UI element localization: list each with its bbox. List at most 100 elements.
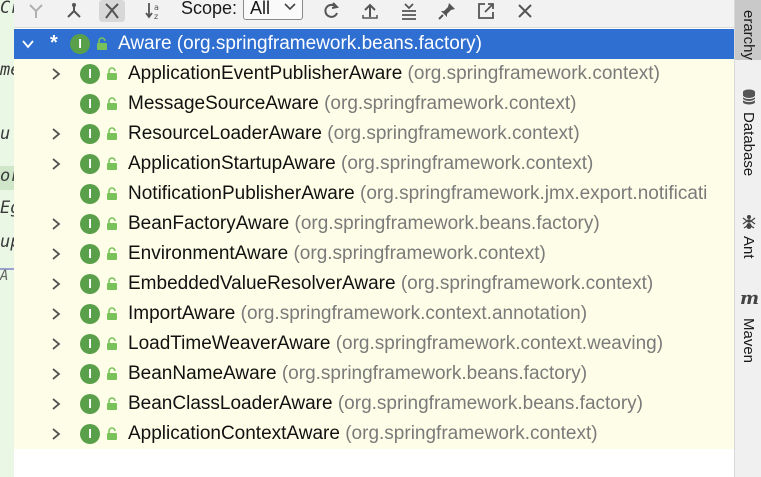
public-access-icon xyxy=(106,247,118,261)
package-name: (org.springframework.context.weaving) xyxy=(335,333,664,354)
tree-item-label: EmbeddedValueResolverAware (org.springfr… xyxy=(128,273,653,295)
close-icon xyxy=(518,4,532,18)
supertypes-icon xyxy=(29,4,43,18)
tree-expand-toggle[interactable] xyxy=(50,218,62,230)
tab-maven[interactable]: Maven xyxy=(735,318,761,378)
public-access-icon xyxy=(106,367,118,381)
public-access-icon xyxy=(106,67,118,81)
type-name: ResourceLoaderAware xyxy=(128,123,322,144)
tab-ant[interactable]: Ant xyxy=(735,236,761,272)
public-access-icon xyxy=(106,217,118,231)
tree-row[interactable]: I BeanNameAware (org.springframework.bean… xyxy=(14,359,734,389)
refresh-button[interactable] xyxy=(318,0,344,22)
tree-expand-toggle[interactable] xyxy=(50,428,62,440)
tree-expand-toggle[interactable] xyxy=(50,248,62,260)
chevron-down-icon xyxy=(284,3,296,11)
package-name: (org.springframework.beans.factory) xyxy=(281,363,588,384)
tree-row[interactable]: I ApplicationStartupAware (org.springfram… xyxy=(14,149,734,179)
type-name: ApplicationContextAware xyxy=(128,423,340,444)
tree-row[interactable]: I BeanClassLoaderAware (org.springframewo… xyxy=(14,389,734,419)
scope-selected-value: All xyxy=(250,0,271,18)
tree-row[interactable]: I EnvironmentAware (org.springframework.c… xyxy=(14,239,734,269)
chevron-right-icon xyxy=(52,428,61,440)
interface-icon: I xyxy=(80,184,100,204)
collapse-all-button[interactable] xyxy=(396,0,422,22)
tree-row[interactable]: I MessageSourceAware (org.springframework… xyxy=(14,89,734,119)
package-name: (org.springframework.context) xyxy=(327,123,580,144)
tree-item-label: ApplicationContextAware (org.springframe… xyxy=(128,423,598,445)
tab-hierarchy[interactable]: erarchy xyxy=(735,0,761,60)
public-access-icon xyxy=(106,397,118,411)
type-name: LoadTimeWeaverAware xyxy=(128,333,331,354)
tree-expand-toggle[interactable] xyxy=(50,368,62,380)
interface-icon: I xyxy=(80,424,100,444)
chevron-right-icon xyxy=(52,338,61,350)
package-name: (org.springframework.context) xyxy=(293,243,546,264)
editor-text-fragment: or xyxy=(0,166,14,186)
tab-hierarchy-label: erarchy xyxy=(740,9,757,60)
tree-empty-area xyxy=(14,449,734,477)
tree-row[interactable]: I NotificationPublisherAware (org.springf… xyxy=(14,179,734,209)
tree-item-label: BeanFactoryAware (org.springframework.be… xyxy=(128,213,600,235)
pin-button[interactable] xyxy=(434,0,460,22)
tab-database[interactable]: Database xyxy=(735,112,761,188)
tree-expand-toggle[interactable] xyxy=(50,398,62,410)
chevron-right-icon xyxy=(52,218,61,230)
editor-text-fragment: up xyxy=(0,232,14,252)
chevron-right-icon xyxy=(52,278,61,290)
close-button[interactable] xyxy=(512,0,538,22)
tree-item-label: ApplicationEventPublisherAware (org.spri… xyxy=(128,63,660,85)
tree-item-label: EnvironmentAware (org.springframework.co… xyxy=(128,243,546,265)
tree-expand-toggle[interactable] xyxy=(50,278,62,290)
package-name: (org.springframework.context) xyxy=(400,273,654,294)
maven-icon: m xyxy=(740,288,760,309)
tab-ant-label: Ant xyxy=(740,236,757,259)
export-button[interactable] xyxy=(357,0,383,22)
tree-row[interactable]: I EmbeddedValueResolverAware (org.springf… xyxy=(14,269,734,299)
tree-expand-toggle[interactable] xyxy=(50,128,62,140)
tree-item-label: NotificationPublisherAware (org.springfr… xyxy=(128,183,707,205)
right-tool-strip: erarchy Database Ant m Maven xyxy=(734,0,761,477)
type-name: Aware xyxy=(118,33,172,54)
editor-text-fragment: Cr xyxy=(0,0,14,18)
sort-alphabetically-button[interactable]: az xyxy=(141,0,167,22)
class-hierarchy-icon xyxy=(105,3,119,19)
subtypes-icon xyxy=(67,3,81,18)
class-hierarchy-button[interactable] xyxy=(99,0,125,22)
interface-icon: I xyxy=(80,274,100,294)
public-access-icon xyxy=(106,157,118,171)
pin-icon xyxy=(438,3,455,20)
tree-item-label: MessageSourceAware (org.springframework.… xyxy=(128,93,576,115)
tree-row[interactable]: I ApplicationEventPublisherAware (org.spr… xyxy=(14,59,734,89)
package-name: (org.springframework.beans.factory) xyxy=(294,213,600,234)
tree-row-root[interactable]: * I Aware (org.springframework.beans.fac… xyxy=(14,29,734,59)
tree-row[interactable]: I ResourceLoaderAware (org.springframewor… xyxy=(14,119,734,149)
tree-row[interactable]: I BeanFactoryAware (org.springframework.b… xyxy=(14,209,734,239)
tree-item-label: LoadTimeWeaverAware (org.springframework… xyxy=(128,333,663,355)
tree-row[interactable]: I LoadTimeWeaverAware (org.springframewor… xyxy=(14,329,734,359)
tree-expand-toggle[interactable] xyxy=(22,38,34,50)
tree-expand-toggle[interactable] xyxy=(50,158,62,170)
database-icon xyxy=(740,88,758,106)
tree-expand-toggle[interactable] xyxy=(50,308,62,320)
hierarchy-tree: * I Aware (org.springframework.beans.fac… xyxy=(14,29,734,449)
tab-maven-label: Maven xyxy=(740,318,757,364)
tree-item-label: ResourceLoaderAware (org.springframework… xyxy=(128,123,580,145)
package-name: (org.springframework.jmx.export.notifica… xyxy=(360,183,708,204)
tree-expand-toggle[interactable] xyxy=(50,338,62,350)
type-name: EnvironmentAware xyxy=(128,243,289,264)
type-name: ApplicationStartupAware xyxy=(128,153,336,174)
chevron-down-icon xyxy=(22,40,34,49)
interface-icon: I xyxy=(80,64,100,84)
tree-expand-toggle[interactable] xyxy=(50,68,62,80)
open-in-window-button[interactable] xyxy=(473,0,499,22)
subtypes-button[interactable] xyxy=(61,0,87,22)
type-name: ImportAware xyxy=(128,303,236,324)
scope-dropdown[interactable]: All xyxy=(243,0,303,20)
tree-row[interactable]: I ApplicationContextAware (org.springfram… xyxy=(14,419,734,449)
editor-text-fragment: A xyxy=(0,268,9,284)
tree-row[interactable]: I ImportAware (org.springframework.contex… xyxy=(14,299,734,329)
supertypes-button[interactable] xyxy=(23,0,49,22)
chevron-right-icon xyxy=(52,128,61,140)
package-name: (org.springframework.context) xyxy=(407,63,660,84)
